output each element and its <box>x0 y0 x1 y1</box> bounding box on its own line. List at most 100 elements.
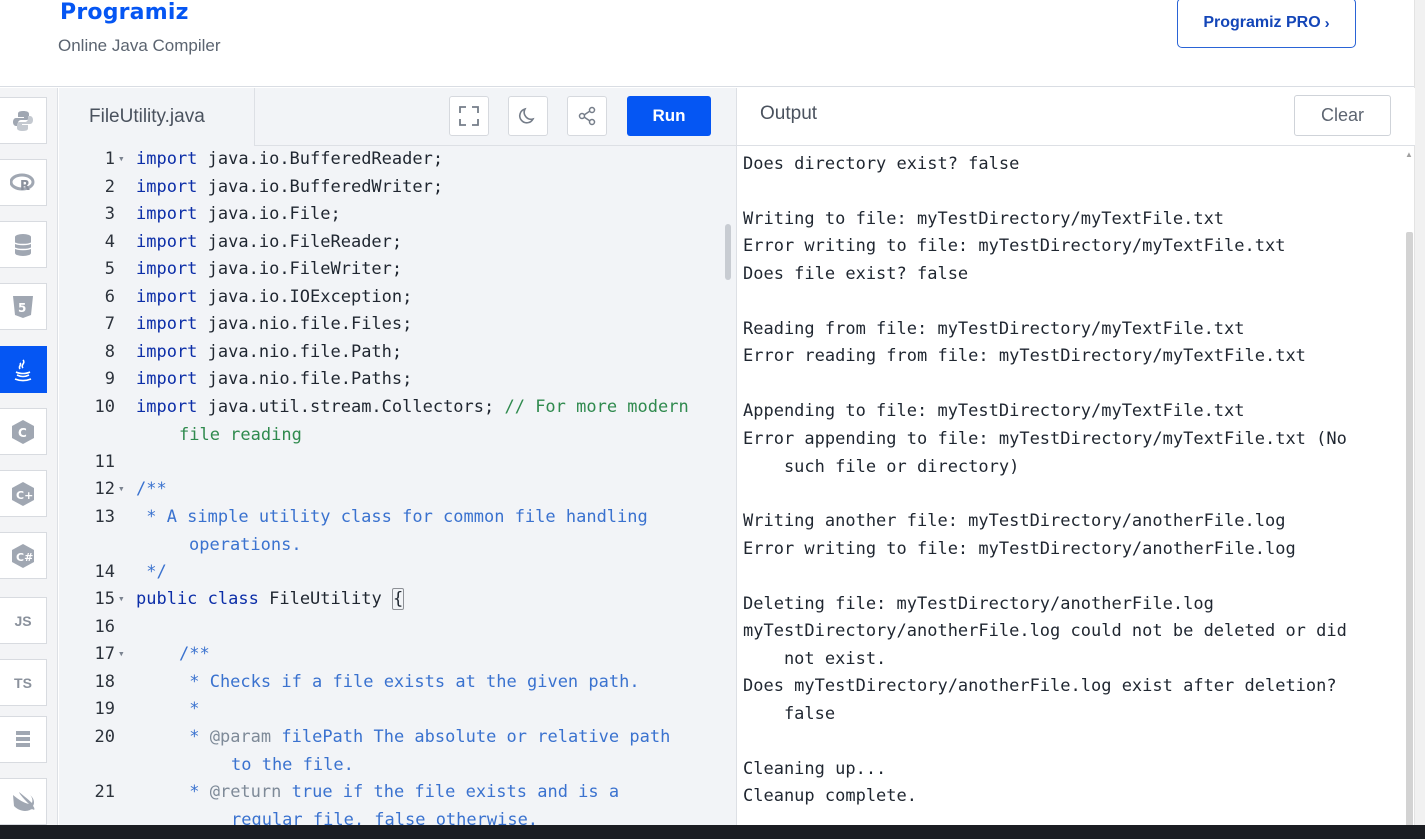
tab-file[interactable]: FileUtility.java <box>59 88 255 146</box>
go-icon[interactable] <box>0 716 47 763</box>
code-text: java.io.BufferedWriter; <box>207 177 444 197</box>
line-number: 20 <box>94 727 115 747</box>
keyword: import <box>136 342 198 362</box>
code-javadoc: * <box>179 727 210 747</box>
share-button[interactable] <box>567 96 607 136</box>
line-number: 6 <box>104 287 115 307</box>
code-comment: // For more modern <box>504 397 689 417</box>
code-javadoc: regular file, false otherwise. <box>231 810 539 825</box>
chevron-right-icon: › <box>1324 14 1330 32</box>
js-icon-label: JS <box>14 612 32 629</box>
keyword: import <box>136 259 198 279</box>
share-icon <box>578 106 596 126</box>
dark-mode-button[interactable] <box>508 96 548 136</box>
line-number: 8 <box>104 342 115 362</box>
page-subtitle: Online Java Compiler <box>58 36 221 55</box>
keyword: public <box>136 589 198 609</box>
pro-button-label: Programiz PRO <box>1203 14 1321 31</box>
line-number: 11 <box>94 452 115 472</box>
keyword: import <box>136 369 198 389</box>
svg-text:C: C <box>18 426 27 440</box>
code-javadoc: * <box>179 699 200 719</box>
javadoc-tag: @param <box>209 727 272 747</box>
moon-icon <box>519 107 535 124</box>
output-line: Error writing to file: myTestDirectory/m… <box>743 236 1286 256</box>
line-number: 3 <box>104 204 115 224</box>
output-line: Writing to file: myTestDirectory/myTextF… <box>743 209 1225 229</box>
scroll-up-arrow-icon[interactable]: ▲ <box>1405 150 1413 159</box>
line-number: 14 <box>94 562 115 582</box>
code-javadoc: filePath The absolute or relative path <box>271 727 671 747</box>
output-line: Does myTestDirectory/anotherFile.log exi… <box>743 676 1337 696</box>
keyword: class <box>207 589 259 609</box>
output-line: Does file exist? false <box>743 264 969 284</box>
code-comment: file reading <box>179 425 302 445</box>
fold-arrow-icon[interactable]: ▾ <box>118 152 125 165</box>
swift-icon[interactable] <box>0 778 47 825</box>
code-text: java.io.File; <box>207 204 341 224</box>
code-editor[interactable]: 1 ▾ import java.io.BufferedReader; 2 imp… <box>59 146 736 825</box>
line-number: 7 <box>104 314 115 334</box>
output-line: Cleaning up... <box>743 759 887 779</box>
line-number: 12 <box>94 479 115 499</box>
editor-toolbar: FileUtility.java Run <box>59 88 736 146</box>
code-text: java.nio.file.Paths; <box>207 369 413 389</box>
r-icon[interactable]: R <box>0 159 47 206</box>
csharp-icon[interactable]: C# <box>0 532 47 579</box>
java-icon[interactable] <box>0 346 47 393</box>
svg-text:C#: C# <box>16 551 33 564</box>
line-number: 1 <box>104 149 115 169</box>
code-javadoc: /** <box>179 644 210 664</box>
fold-arrow-icon[interactable]: ▾ <box>118 482 125 495</box>
clear-button[interactable]: Clear <box>1294 95 1391 136</box>
output-line: Error appending to file: myTestDirectory… <box>743 429 1347 449</box>
output-scrollbar-thumb[interactable] <box>1406 232 1413 827</box>
svg-text:R: R <box>20 179 30 193</box>
top-header: Programiz Online Java Compiler Programiz… <box>0 0 1414 87</box>
code-text: java.io.FileReader; <box>207 232 403 252</box>
c-icon[interactable]: C <box>0 408 47 455</box>
fold-arrow-icon[interactable]: ▾ <box>118 592 125 605</box>
ts-icon-label: TS <box>14 674 32 691</box>
class-name: FileUtility <box>269 589 382 609</box>
programiz-logo[interactable]: Programiz <box>60 0 189 25</box>
line-number: 2 <box>104 177 115 197</box>
line-number: 9 <box>104 369 115 389</box>
code-javadoc: to the file. <box>231 755 354 775</box>
file-name: FileUtility.java <box>89 106 205 127</box>
html5-icon[interactable]: 5 <box>0 283 47 330</box>
line-number: 15 <box>94 589 115 609</box>
output-line: Writing another file: myTestDirectory/an… <box>743 511 1286 531</box>
output-title: Output <box>760 103 818 124</box>
output-line: Error reading from file: myTestDirectory… <box>743 346 1306 366</box>
svg-text:5: 5 <box>18 301 26 315</box>
python-icon[interactable] <box>0 97 47 144</box>
code-text: java.io.FileWriter; <box>207 259 403 279</box>
programiz-pro-button[interactable]: Programiz PRO › <box>1177 0 1356 48</box>
cpp-icon[interactable]: C+ <box>0 470 47 517</box>
js-icon[interactable]: JS <box>0 597 47 644</box>
line-number: 21 <box>94 782 115 802</box>
svg-text:C+: C+ <box>16 489 33 502</box>
fold-arrow-icon[interactable]: ▾ <box>118 647 125 660</box>
line-number: 16 <box>94 617 115 637</box>
fullscreen-button[interactable] <box>449 96 489 136</box>
editor-pane: FileUtility.java Run 1 ▾ import java.io.… <box>59 88 736 825</box>
line-number: 4 <box>104 232 115 252</box>
run-button[interactable]: Run <box>627 96 711 136</box>
window-scrollbar[interactable] <box>1414 0 1425 825</box>
output-line: myTestDirectory/anotherFile.log could no… <box>743 621 1347 641</box>
output-line: Does directory exist? false <box>743 154 1020 174</box>
editor-scrollbar-thumb[interactable] <box>725 224 731 280</box>
matching-brace: { <box>391 588 405 610</box>
database-icon[interactable] <box>0 221 47 268</box>
line-number: 5 <box>104 259 115 279</box>
output-line: false <box>743 704 836 724</box>
javadoc-tag: @return <box>209 782 282 802</box>
output-line: such file or directory) <box>743 457 1020 477</box>
keyword: import <box>136 149 198 169</box>
code-javadoc: operations. <box>189 535 302 555</box>
output-console[interactable]: Does directory exist? false Writing to f… <box>743 146 1403 825</box>
line-number: 10 <box>94 397 115 417</box>
ts-icon[interactable]: TS <box>0 659 47 706</box>
